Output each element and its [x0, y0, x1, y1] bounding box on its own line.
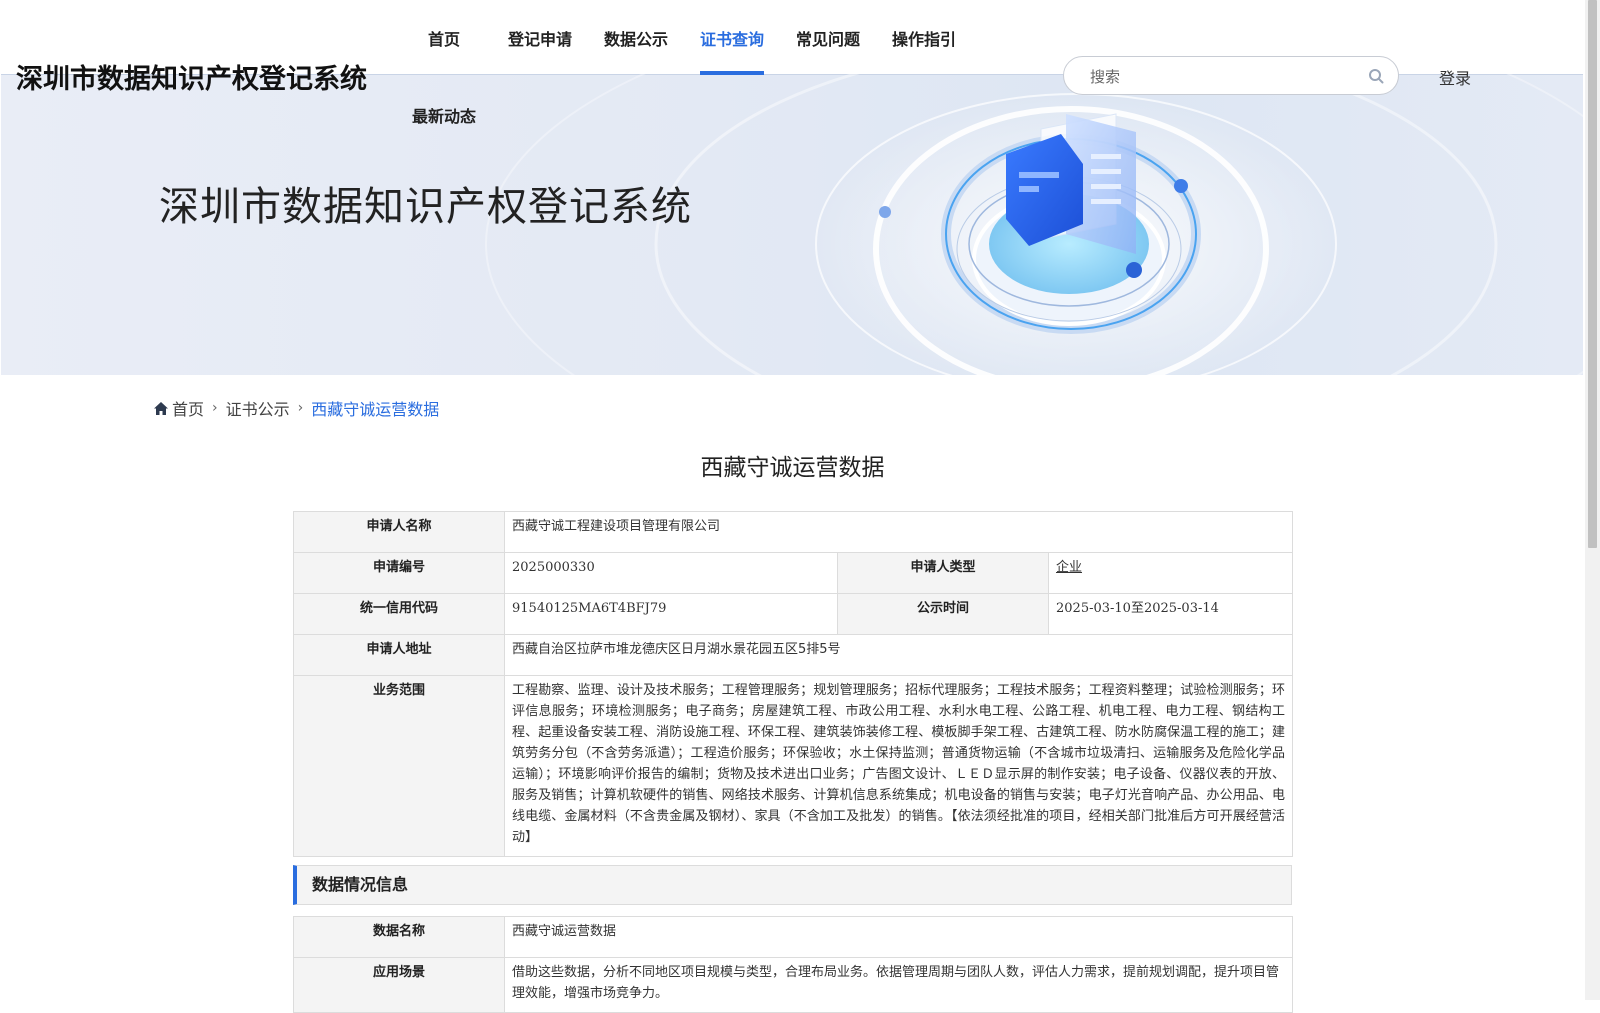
table-row: 业务范围 工程勘察、监理、设计及技术服务；工程管理服务；规划管理服务；招标代理服…: [293, 675, 1294, 857]
chevron-right-icon: ›: [297, 400, 304, 416]
nav-faq[interactable]: 常见问题: [796, 26, 860, 50]
breadcrumb-current: 西藏守诚运营数据: [311, 400, 440, 419]
banner-title: 深圳市数据知识产权登记系统: [159, 184, 692, 230]
business-scope-value: 工程勘察、监理、设计及技术服务；工程管理服务；规划管理服务；招标代理服务；工程技…: [503, 675, 1294, 857]
table-row: 统一信用代码 91540125MA6T4BFJ79 公示时间 2025-03-1…: [293, 593, 1294, 635]
applicant-name-label: 申请人名称: [293, 511, 505, 553]
search-icon[interactable]: [1368, 68, 1384, 84]
search-input[interactable]: [1088, 65, 1352, 89]
table-row: 数据名称 西藏守诚运营数据: [293, 916, 1293, 958]
application-scenario-value: 借助这些数据，分析不同地区项目规模与类型，合理布局业务。依据管理周期与团队人数，…: [504, 957, 1293, 1013]
business-scope-label: 业务范围: [293, 675, 505, 857]
credit-code-value: 91540125MA6T4BFJ79: [504, 593, 838, 635]
nav-registration[interactable]: 登记申请: [508, 26, 572, 50]
applicant-info-table: 申请人名称 西藏守诚工程建设项目管理有限公司 申请编号 2025000330 申…: [293, 511, 1294, 857]
table-row: 申请人名称 西藏守诚工程建设项目管理有限公司: [293, 511, 1294, 553]
active-tab-indicator: [700, 71, 764, 75]
application-scenario-label: 应用场景: [293, 957, 505, 1013]
scrollbar-thumb[interactable]: [1588, 0, 1597, 548]
nav-certificate-query[interactable]: 证书查询: [700, 26, 764, 50]
nav-data-publicity[interactable]: 数据公示: [604, 26, 668, 50]
nav-home[interactable]: 首页: [428, 26, 460, 50]
hero-banner: 深圳市数据知识产权登记系统: [1, 74, 1583, 375]
credit-code-label: 统一信用代码: [293, 593, 505, 635]
page-title: 西藏守诚运营数据: [700, 455, 885, 481]
breadcrumb-certificate-publicity[interactable]: 证书公示: [226, 396, 290, 420]
applicant-name-value: 西藏守诚工程建设项目管理有限公司: [503, 511, 1294, 553]
applicant-type-label: 申请人类型: [837, 552, 1049, 594]
site-title[interactable]: 深圳市数据知识产权登记系统: [16, 57, 367, 96]
table-row: 申请人地址 西藏自治区拉萨市堆龙德庆区日月湖水景花园五区5排5号: [293, 634, 1294, 676]
breadcrumb: 首页 › 证书公示 › 西藏守诚运营数据: [154, 396, 439, 420]
publicity-time-value: 2025-03-10至2025-03-14: [1047, 593, 1294, 635]
login-link[interactable]: 登录: [1439, 65, 1471, 89]
applicant-address-value: 西藏自治区拉萨市堆龙德庆区日月湖水景花园五区5排5号: [503, 634, 1294, 676]
home-icon[interactable]: [154, 401, 168, 415]
nav-latest-news[interactable]: 最新动态: [412, 103, 476, 127]
chevron-right-icon: ›: [212, 400, 218, 416]
data-name-value: 西藏守诚运营数据: [504, 916, 1293, 958]
application-number-label: 申请编号: [293, 552, 505, 594]
breadcrumb-home[interactable]: 首页: [172, 396, 204, 420]
data-info-table: 数据名称 西藏守诚运营数据 应用场景 借助这些数据，分析不同地区项目规模与类型，…: [293, 916, 1293, 1013]
table-row: 申请编号 2025000330 申请人类型 企业: [293, 552, 1294, 594]
applicant-type-value[interactable]: 企业: [1056, 560, 1082, 575]
publicity-time-label: 公示时间: [837, 593, 1049, 635]
nav-guide[interactable]: 操作指引: [892, 26, 956, 50]
data-info-section-header: 数据情况信息: [293, 865, 1292, 905]
search-box[interactable]: [1063, 56, 1399, 95]
page-scrollbar[interactable]: [1585, 0, 1600, 1000]
applicant-address-label: 申请人地址: [293, 634, 505, 676]
table-row: 应用场景 借助这些数据，分析不同地区项目规模与类型，合理布局业务。依据管理周期与…: [293, 957, 1293, 1013]
application-number-value: 2025000330: [504, 552, 838, 594]
data-name-label: 数据名称: [293, 916, 505, 958]
